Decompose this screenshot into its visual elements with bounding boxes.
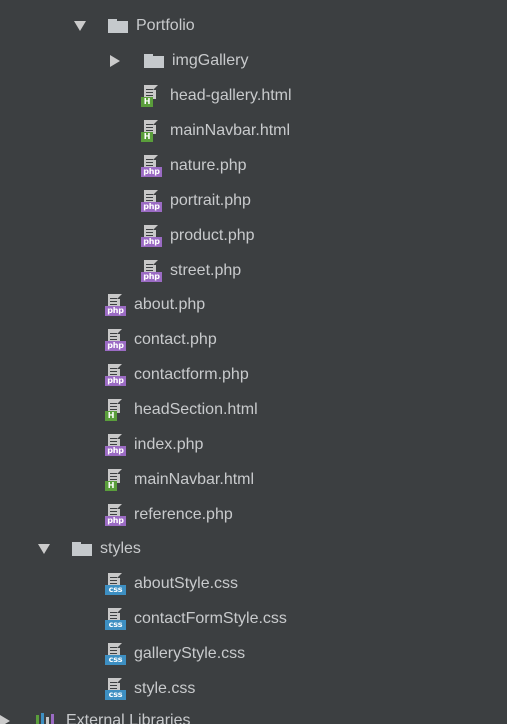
tree-folder-imggallery[interactable]: imgGallery <box>0 44 507 78</box>
tree-file-aboutstyle[interactable]: css aboutStyle.css <box>0 567 507 601</box>
tree-item-label: about.php <box>134 296 206 313</box>
tree-item-label: aboutStyle.css <box>134 575 239 592</box>
tree-item-label: nature.php <box>170 157 247 174</box>
html-file-icon: H <box>140 85 162 107</box>
tree-external-libraries[interactable]: External Libraries <box>0 704 507 724</box>
tree-file-nature[interactable]: php nature.php <box>0 149 507 183</box>
html-file-icon: H <box>140 120 162 142</box>
tree-item-label: product.php <box>170 227 255 244</box>
css-file-icon: css <box>104 643 126 665</box>
tree-file-product[interactable]: php product.php <box>0 219 507 253</box>
tree-item-label: contactform.php <box>134 366 249 383</box>
tree-file-reference[interactable]: php reference.php <box>0 498 507 532</box>
php-file-icon: php <box>140 225 162 247</box>
tree-item-label: galleryStyle.css <box>134 645 246 662</box>
php-file-icon: php <box>140 155 162 177</box>
collapse-arrow-icon[interactable] <box>74 21 86 31</box>
folder-icon <box>72 542 92 556</box>
tree-item-label: Portfolio <box>136 17 195 34</box>
tree-file-mainnavbar[interactable]: H mainNavbar.html <box>0 463 507 497</box>
library-bars-icon <box>36 713 56 724</box>
tree-item-label: headSection.html <box>134 401 258 418</box>
tree-file-style[interactable]: css style.css <box>0 672 507 706</box>
tree-file-gallerystyle[interactable]: css galleryStyle.css <box>0 637 507 671</box>
php-file-icon: php <box>104 434 126 456</box>
tree-item-label: reference.php <box>134 506 233 523</box>
css-file-icon: css <box>104 678 126 700</box>
tree-item-label: mainNavbar.html <box>134 471 255 488</box>
collapse-arrow-icon[interactable] <box>38 544 50 554</box>
tree-folder-styles[interactable]: styles <box>0 532 507 566</box>
css-file-icon: css <box>104 573 126 595</box>
tree-file-head-gallery[interactable]: H head-gallery.html <box>0 79 507 113</box>
php-file-icon: php <box>104 329 126 351</box>
html-file-icon: H <box>104 469 126 491</box>
tree-item-label: portrait.php <box>170 192 251 209</box>
expand-arrow-icon[interactable] <box>110 55 120 67</box>
php-file-icon: php <box>140 190 162 212</box>
folder-icon <box>144 54 164 68</box>
html-file-icon: H <box>104 399 126 421</box>
tree-item-label: styles <box>100 540 141 557</box>
tree-folder-portfolio[interactable]: Portfolio <box>0 9 507 43</box>
php-file-icon: php <box>104 294 126 316</box>
tree-item-label: style.css <box>134 680 196 697</box>
php-file-icon: php <box>104 504 126 526</box>
tree-item-label: contact.php <box>134 331 217 348</box>
css-file-icon: css <box>104 608 126 630</box>
tree-item-label: contactFormStyle.css <box>134 610 287 627</box>
tree-item-label: imgGallery <box>172 52 249 69</box>
tree-item-label: head-gallery.html <box>170 87 292 104</box>
tree-item-label: mainNavbar.html <box>170 122 291 139</box>
folder-icon <box>108 19 128 33</box>
tree-file-street[interactable]: php street.php <box>0 254 507 288</box>
tree-file-contact[interactable]: php contact.php <box>0 323 507 357</box>
tree-file-portrait[interactable]: php portrait.php <box>0 184 507 218</box>
php-file-icon: php <box>140 260 162 282</box>
tree-item-label: External Libraries <box>66 712 191 724</box>
tree-item-label: index.php <box>134 436 204 453</box>
expand-arrow-icon[interactable] <box>0 715 10 724</box>
tree-file-index[interactable]: php index.php <box>0 428 507 462</box>
tree-file-contactform[interactable]: php contactform.php <box>0 358 507 392</box>
tree-file-about[interactable]: php about.php <box>0 288 507 322</box>
tree-file-contactformstyle[interactable]: css contactFormStyle.css <box>0 602 507 636</box>
php-file-icon: php <box>104 364 126 386</box>
tree-item-label: street.php <box>170 262 242 279</box>
tree-file-mainnavbar-portfolio[interactable]: H mainNavbar.html <box>0 114 507 148</box>
tree-file-headsection[interactable]: H headSection.html <box>0 393 507 427</box>
project-tree-panel: Portfolio imgGallery H head-gallery.html… <box>0 0 507 724</box>
